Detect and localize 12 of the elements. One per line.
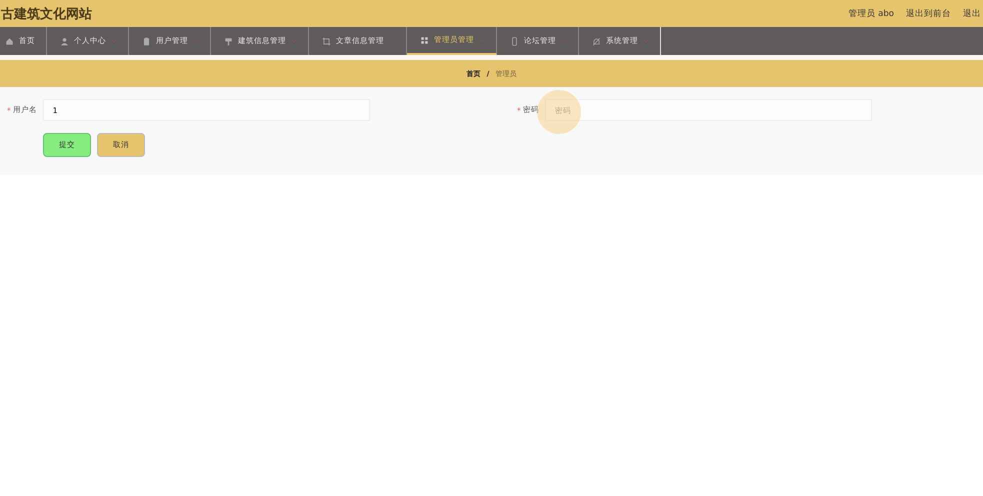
header-link[interactable]: 退出到前台 — [906, 8, 951, 20]
clipboard-icon — [142, 36, 151, 46]
signpost-icon — [224, 36, 233, 46]
grid-icon — [420, 36, 429, 44]
header-link[interactable]: 管理员 abo — [848, 8, 894, 20]
phone-icon — [510, 36, 519, 46]
home-icon — [5, 36, 14, 46]
header-link[interactable]: 退出 — [963, 8, 981, 20]
site-title: 古建筑文化网站 — [1, 6, 92, 22]
person-icon — [60, 36, 69, 46]
crop-icon — [322, 36, 331, 46]
bell-icon — [592, 36, 601, 46]
